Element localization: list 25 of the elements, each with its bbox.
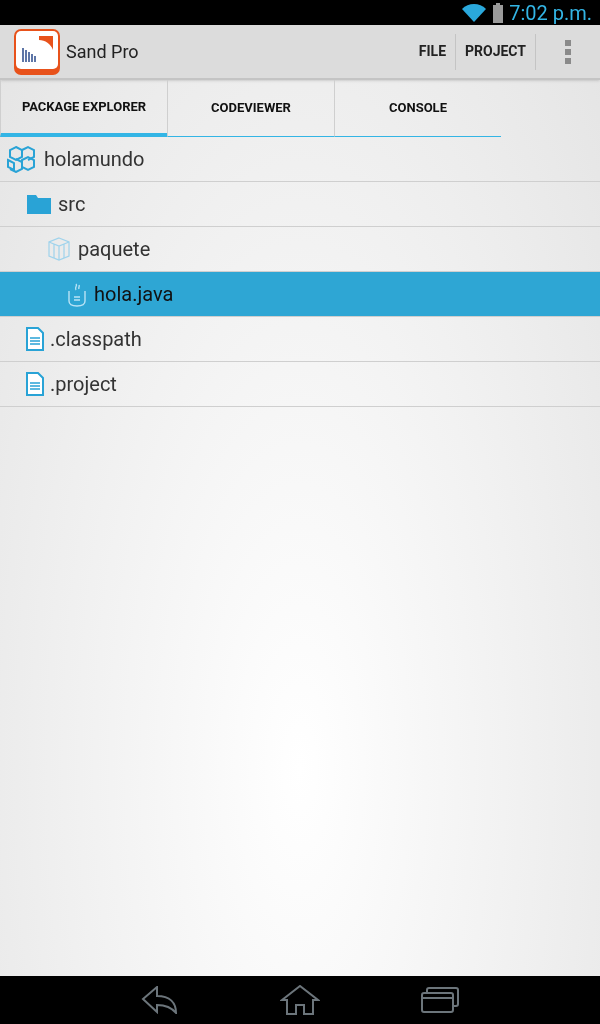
tree-item[interactable]: .classpath <box>0 317 600 362</box>
app-logo-icon <box>13 27 61 76</box>
cup-icon <box>66 281 88 307</box>
recent-apps-icon[interactable] <box>421 987 460 1013</box>
tab[interactable]: CONSOLE <box>334 80 501 137</box>
tree-item[interactable]: hola.java <box>0 272 600 317</box>
tree-item[interactable]: holamundo <box>0 137 600 182</box>
tab[interactable]: PACKAGE EXPLORER <box>0 80 167 137</box>
folder-icon <box>26 193 52 215</box>
menu-action[interactable]: FILE <box>409 33 456 70</box>
battery-icon <box>493 2 504 23</box>
document-icon <box>26 372 44 396</box>
back-icon[interactable] <box>140 986 179 1014</box>
menu-action[interactable]: PROJECT <box>456 33 536 70</box>
tab[interactable]: CODEVIEWER <box>167 80 334 137</box>
document-icon <box>26 327 44 351</box>
cubes-icon <box>6 145 38 173</box>
package-icon <box>46 236 72 262</box>
clock: 7:02 p.m. <box>509 2 592 23</box>
app-title: Sand Pro <box>66 40 139 64</box>
tree-item[interactable]: src <box>0 182 600 227</box>
home-icon[interactable] <box>280 985 320 1015</box>
more-icon <box>564 38 572 65</box>
wifi-icon <box>461 2 488 23</box>
tree-item[interactable]: .project <box>0 362 600 407</box>
